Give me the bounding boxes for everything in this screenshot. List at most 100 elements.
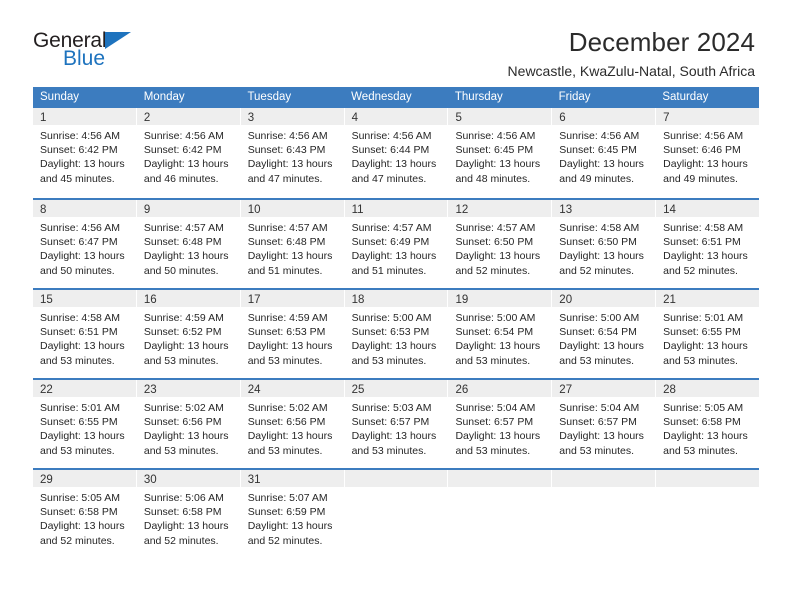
day-cell[interactable]: 24 Sunrise: 5:02 AM Sunset: 6:56 PM Dayl… — [240, 380, 345, 468]
sunrise-text: Sunrise: 5:05 AM — [40, 492, 120, 504]
daylight-text-line1: Daylight: 13 hours — [351, 340, 437, 353]
day-number-band: 3 — [240, 108, 344, 125]
daylight-text-line2: and 47 minutes. — [351, 172, 427, 185]
daylight-text-line1: Daylight: 13 hours — [351, 430, 437, 443]
day-cell[interactable]: 5 Sunrise: 4:56 AM Sunset: 6:45 PM Dayli… — [448, 108, 553, 198]
sunset-text: Sunset: 6:49 PM — [351, 236, 430, 249]
daylight-text-line1: Daylight: 13 hours — [663, 158, 748, 171]
sunset-text: Sunset: 6:53 PM — [247, 326, 326, 339]
day-details: Sunrise: 4:59 AM Sunset: 6:52 PM Dayligh… — [137, 307, 240, 368]
weekday-header-sunday: Sunday — [40, 91, 80, 103]
daylight-text-line1: Daylight: 13 hours — [143, 250, 229, 263]
daylight-text-line1: Daylight: 13 hours — [247, 158, 333, 171]
sunset-text: Sunset: 6:45 PM — [455, 144, 534, 157]
day-number-band: 5 — [448, 108, 552, 125]
day-details: Sunrise: 4:58 AM Sunset: 6:50 PM Dayligh… — [552, 217, 655, 278]
day-cell[interactable]: 26 Sunrise: 5:04 AM Sunset: 6:57 PM Dayl… — [448, 380, 553, 468]
day-number-band: 28 — [656, 380, 760, 397]
day-cell[interactable]: 1 Sunrise: 4:56 AM Sunset: 6:42 PM Dayli… — [33, 108, 137, 198]
sunset-text: Sunset: 6:45 PM — [559, 144, 637, 157]
day-cell[interactable]: 28 Sunrise: 5:05 AM Sunset: 6:58 PM Dayl… — [656, 380, 760, 468]
day-cell[interactable]: 30 Sunrise: 5:06 AM Sunset: 6:58 PM Dayl… — [136, 470, 241, 556]
day-number-band: 15 — [33, 290, 136, 307]
day-cell[interactable]: 14 Sunrise: 4:58 AM Sunset: 6:51 PM Dayl… — [656, 200, 760, 288]
day-number-band: 7 — [656, 108, 760, 125]
sunrise-text: Sunrise: 5:05 AM — [663, 402, 744, 414]
day-cell[interactable]: 8 Sunrise: 4:56 AM Sunset: 6:47 PM Dayli… — [33, 200, 137, 288]
week-row: 22 Sunrise: 5:01 AM Sunset: 6:55 PM Dayl… — [33, 378, 760, 468]
day-cell[interactable]: 19 Sunrise: 5:00 AM Sunset: 6:54 PM Dayl… — [448, 290, 553, 378]
day-number: 4 — [351, 112, 358, 124]
day-details: Sunrise: 5:05 AM Sunset: 6:58 PM Dayligh… — [33, 487, 136, 548]
day-number: 24 — [247, 384, 261, 396]
day-number: 8 — [40, 204, 47, 216]
day-number-band: 22 — [33, 380, 136, 397]
day-cell[interactable]: 6 Sunrise: 4:56 AM Sunset: 6:45 PM Dayli… — [552, 108, 657, 198]
day-number: 11 — [351, 204, 364, 216]
brand-logo[interactable]: General Blue — [33, 28, 153, 76]
day-cell[interactable]: 2 Sunrise: 4:56 AM Sunset: 6:42 PM Dayli… — [136, 108, 241, 198]
sunset-text: Sunset: 6:56 PM — [143, 416, 222, 429]
day-cell[interactable]: 16 Sunrise: 4:59 AM Sunset: 6:52 PM Dayl… — [136, 290, 241, 378]
daylight-text-line1: Daylight: 13 hours — [247, 430, 333, 443]
day-number: 10 — [247, 204, 261, 216]
daylight-text-line2: and 53 minutes. — [663, 354, 738, 367]
daylight-text-line1: Daylight: 13 hours — [143, 430, 229, 443]
sunset-text: Sunset: 6:59 PM — [247, 506, 326, 519]
daylight-text-line1: Daylight: 13 hours — [40, 158, 125, 171]
day-cell[interactable]: 20 Sunrise: 5:00 AM Sunset: 6:54 PM Dayl… — [552, 290, 657, 378]
day-number: 27 — [559, 384, 573, 396]
sunrise-text: Sunrise: 4:56 AM — [40, 130, 120, 142]
sunrise-text: Sunrise: 4:56 AM — [247, 130, 328, 142]
day-number-band: 10 — [240, 200, 344, 217]
day-details: Sunrise: 4:56 AM Sunset: 6:45 PM Dayligh… — [552, 125, 655, 186]
sunset-text: Sunset: 6:55 PM — [663, 326, 741, 339]
day-cell[interactable]: 18 Sunrise: 5:00 AM Sunset: 6:53 PM Dayl… — [344, 290, 449, 378]
daylight-text-line1: Daylight: 13 hours — [247, 250, 333, 263]
sunset-text: Sunset: 6:47 PM — [40, 236, 118, 249]
day-cell[interactable]: 12 Sunrise: 4:57 AM Sunset: 6:50 PM Dayl… — [448, 200, 553, 288]
day-cell[interactable]: 21 Sunrise: 5:01 AM Sunset: 6:55 PM Dayl… — [656, 290, 760, 378]
day-cell[interactable]: 25 Sunrise: 5:03 AM Sunset: 6:57 PM Dayl… — [344, 380, 449, 468]
sunrise-text: Sunrise: 5:02 AM — [247, 402, 328, 414]
page-title: December 2024 — [568, 27, 755, 57]
day-number-band: 20 — [552, 290, 656, 307]
sunset-text: Sunset: 6:51 PM — [40, 326, 118, 339]
day-number: 18 — [351, 294, 365, 306]
daylight-text-line1: Daylight: 13 hours — [351, 158, 437, 171]
day-cell[interactable]: 7 Sunrise: 4:56 AM Sunset: 6:46 PM Dayli… — [656, 108, 760, 198]
daylight-text-line1: Daylight: 13 hours — [663, 340, 748, 353]
day-cell[interactable]: 13 Sunrise: 4:58 AM Sunset: 6:50 PM Dayl… — [552, 200, 657, 288]
day-details: Sunrise: 5:01 AM Sunset: 6:55 PM Dayligh… — [33, 397, 136, 458]
sunset-text: Sunset: 6:48 PM — [143, 236, 222, 249]
day-cell[interactable]: 23 Sunrise: 5:02 AM Sunset: 6:56 PM Dayl… — [136, 380, 241, 468]
sunset-text: Sunset: 6:51 PM — [663, 236, 741, 249]
day-cell[interactable]: 17 Sunrise: 4:59 AM Sunset: 6:53 PM Dayl… — [240, 290, 345, 378]
day-details: Sunrise: 5:05 AM Sunset: 6:58 PM Dayligh… — [656, 397, 759, 458]
day-cell[interactable]: 9 Sunrise: 4:57 AM Sunset: 6:48 PM Dayli… — [136, 200, 241, 288]
day-details: Sunrise: 5:02 AM Sunset: 6:56 PM Dayligh… — [241, 397, 344, 458]
daylight-text-line1: Daylight: 13 hours — [143, 520, 229, 533]
day-number: 23 — [143, 384, 157, 396]
day-number-band: 26 — [448, 380, 552, 397]
day-number: 5 — [455, 112, 462, 124]
day-cell[interactable]: 4 Sunrise: 4:56 AM Sunset: 6:44 PM Dayli… — [344, 108, 449, 198]
day-number-band: 14 — [656, 200, 760, 217]
daylight-text-line2: and 52 minutes. — [40, 534, 115, 547]
day-cell[interactable]: 10 Sunrise: 4:57 AM Sunset: 6:48 PM Dayl… — [240, 200, 345, 288]
day-cell[interactable]: 27 Sunrise: 5:04 AM Sunset: 6:57 PM Dayl… — [552, 380, 657, 468]
day-cell[interactable]: 15 Sunrise: 4:58 AM Sunset: 6:51 PM Dayl… — [33, 290, 137, 378]
day-number: 6 — [559, 112, 566, 124]
day-cell[interactable]: 29 Sunrise: 5:05 AM Sunset: 6:58 PM Dayl… — [33, 470, 137, 556]
day-cell[interactable]: 11 Sunrise: 4:57 AM Sunset: 6:49 PM Dayl… — [344, 200, 449, 288]
day-number: 3 — [247, 112, 255, 124]
day-number-band: 27 — [552, 380, 656, 397]
day-cell[interactable]: 31 Sunrise: 5:07 AM Sunset: 6:59 PM Dayl… — [240, 470, 345, 556]
daylight-text-line2: and 53 minutes. — [40, 354, 115, 367]
day-cell[interactable]: 22 Sunrise: 5:01 AM Sunset: 6:55 PM Dayl… — [33, 380, 137, 468]
daylight-text-line2: and 53 minutes. — [143, 444, 219, 457]
daylight-text-line2: and 52 minutes. — [559, 264, 635, 277]
day-cell[interactable]: 3 Sunrise: 4:56 AM Sunset: 6:43 PM Dayli… — [240, 108, 345, 198]
day-details: Sunrise: 5:06 AM Sunset: 6:58 PM Dayligh… — [137, 487, 240, 548]
daylight-text-line2: and 49 minutes. — [663, 172, 738, 185]
